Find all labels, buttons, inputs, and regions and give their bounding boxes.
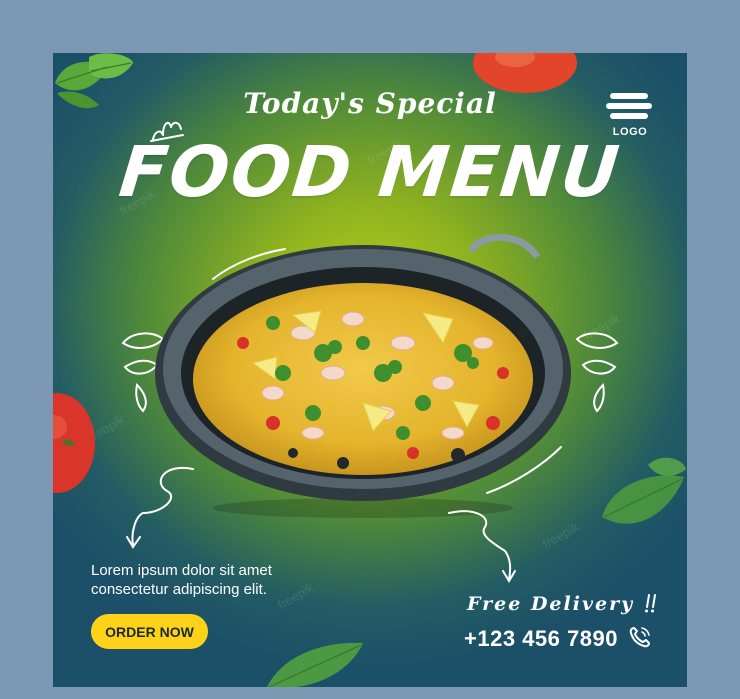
description-text: Lorem ipsum dolor sit amet consectetur a… — [91, 561, 351, 599]
food-menu-poster: freepik freepik freepik freepik freepik … — [53, 53, 687, 687]
phone-number[interactable]: +123 456 7890 — [464, 626, 618, 652]
phone-icon[interactable] — [628, 625, 652, 649]
free-delivery-text: Free Delivery — [467, 593, 635, 615]
description-line: Lorem ipsum dolor sit amet — [91, 562, 272, 579]
arrow-icon — [126, 466, 194, 549]
pan-icon — [155, 234, 571, 518]
description-line: consectetur adipiscing elit. — [91, 581, 267, 598]
free-delivery-label: Free Delivery — [467, 593, 661, 615]
order-now-button[interactable]: ORDER NOW — [91, 614, 208, 649]
arrow-icon — [448, 510, 516, 583]
sparkle-doodle-icon — [644, 594, 656, 613]
